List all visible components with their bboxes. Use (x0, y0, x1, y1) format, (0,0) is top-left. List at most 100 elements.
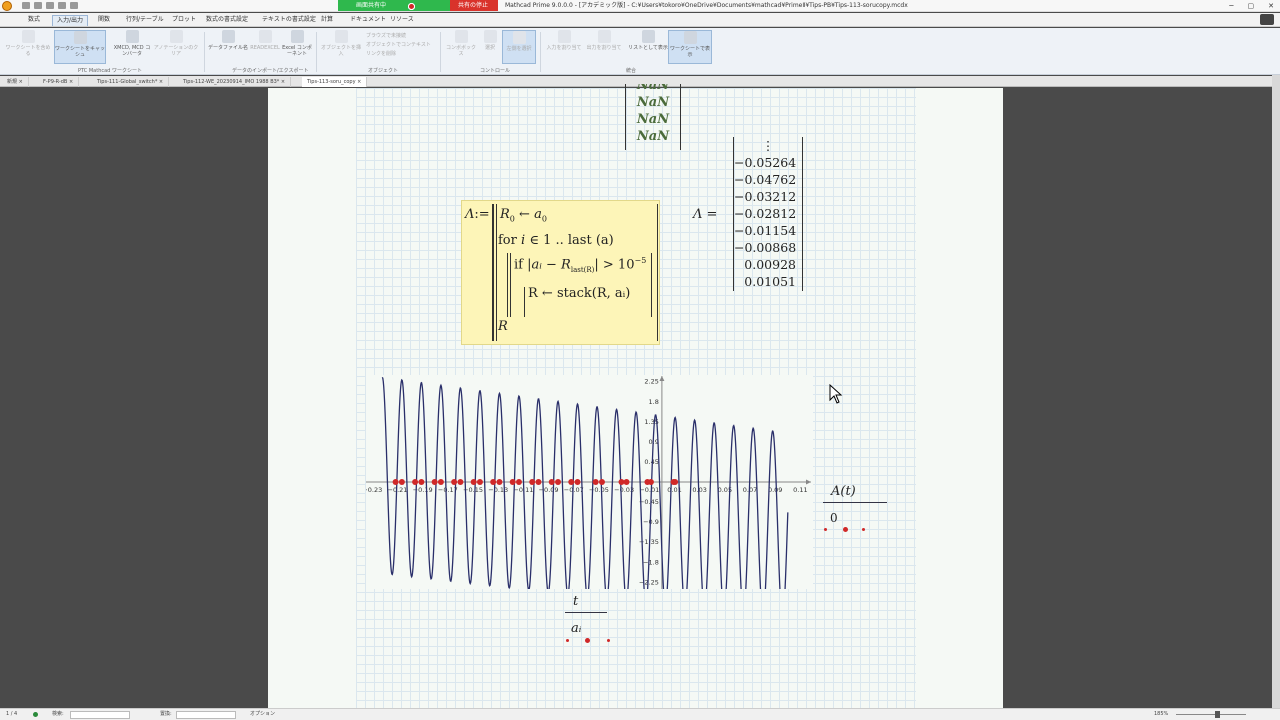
combobox-button[interactable]: コンボボックス (444, 30, 478, 64)
options-dropdown[interactable]: オプション (250, 709, 275, 720)
series-point (392, 479, 399, 485)
program-line-for[interactable]: for i ∈ 1 .. last (a) (498, 233, 614, 248)
show-as-list-button[interactable]: リストとして表示 (628, 30, 668, 64)
y-axis-trace-legend[interactable]: A(t) 0 (823, 484, 887, 533)
assign-output-button[interactable]: 出力を割り当て (584, 30, 624, 64)
select-left-icon (512, 31, 526, 44)
save-icon[interactable] (46, 2, 54, 9)
remove-link-item[interactable]: リンクを削除 (366, 50, 431, 59)
search-input[interactable] (70, 711, 130, 719)
close-icon[interactable]: × (69, 79, 73, 85)
tab-resources[interactable]: リソース (386, 15, 418, 25)
program-line-stack[interactable]: R ← stack(R, aᵢ) (528, 286, 630, 301)
select-button[interactable]: 選択 (478, 30, 502, 64)
y-tick-label: −1.8 (643, 558, 659, 566)
stop-share-button[interactable]: 共有の停止 (450, 0, 498, 11)
series-point (592, 479, 599, 485)
program-region[interactable]: R0 ← a0 for i ∈ 1 .. last (a) if |aᵢ − R… (461, 200, 660, 345)
redo-icon[interactable] (70, 2, 78, 9)
select-left-button[interactable]: 左側を選択 (502, 30, 536, 64)
group-controls-label: コントロール (480, 68, 511, 74)
window-title: Mathcad Prime 9.0.0.0 - [アカデミック版] - C:¥U… (505, 2, 908, 9)
program-line-init[interactable]: R0 ← a0 (500, 207, 547, 224)
vector-value: −0.01154 (734, 223, 797, 238)
series-point (647, 479, 654, 485)
close-icon[interactable]: × (357, 79, 361, 85)
zoom-slider[interactable] (1176, 714, 1246, 715)
lambda-definition-lhs[interactable]: Λ:= (465, 207, 490, 222)
quick-access-toolbar (22, 2, 78, 9)
excel-component-button[interactable]: Excel コンポーネント (282, 30, 312, 64)
plot-canvas: −0.23−0.21−0.19−0.17−0.15−0.13−0.11−0.09… (366, 376, 811, 589)
series-point (476, 479, 483, 485)
data-file-name-button[interactable]: データファイル名 (208, 30, 248, 64)
x-trace-label[interactable]: t (565, 594, 607, 609)
series-point (509, 479, 516, 485)
doc-tab-f-p9[interactable]: F-P9-R-dB × (38, 77, 80, 87)
mathcad-logo-icon[interactable] (2, 1, 12, 11)
replace-input[interactable] (176, 711, 236, 719)
show-in-worksheet-button[interactable]: ワークシートで表示 (668, 30, 712, 64)
select-icon (483, 30, 497, 43)
close-button[interactable]: ✕ (1268, 0, 1274, 12)
nan-value: NaN (636, 129, 670, 144)
tab-calculation[interactable]: 計算 (317, 15, 337, 25)
x-tick-label: 0.09 (768, 486, 782, 494)
tab-matrices-tables[interactable]: 行列/テーブル (122, 15, 168, 25)
tab-plots[interactable]: プロット (168, 15, 200, 25)
vertical-ellipsis: ⋮ (761, 138, 775, 153)
tab-functions[interactable]: 関数 (94, 15, 114, 25)
undo-icon[interactable] (58, 2, 66, 9)
tab-math[interactable]: 数式 (24, 15, 44, 25)
vector-value: −0.04762 (734, 172, 797, 187)
insert-object-button[interactable]: オブジェクトを挿入 (320, 30, 362, 64)
trace-label[interactable]: A(t) (823, 484, 887, 499)
xmcd-converter-button[interactable]: XMCD, MCD コンバータ (112, 30, 152, 64)
clear-annotations-button[interactable]: アノテーションのクリア (152, 30, 200, 64)
y-tick-label: 2.25 (644, 378, 658, 386)
program-line-if[interactable]: if |aᵢ − Rlast(R)| > 10−5 (514, 256, 646, 274)
tab-text-formatting[interactable]: テキストの書式設定 (258, 15, 320, 25)
maximize-button[interactable]: ▢ (1248, 0, 1255, 12)
open-icon[interactable] (34, 2, 42, 9)
x-axis-trace-legend[interactable]: t aᵢ (565, 594, 610, 644)
series-point (457, 479, 464, 485)
trace2-label[interactable]: 0 (823, 511, 887, 525)
browse-unlinked-item[interactable]: ブラウズで未接続 (366, 32, 431, 41)
series-point (529, 479, 536, 485)
doc-tab-tips-111[interactable]: Tips-111-Global_switch* × (92, 77, 170, 87)
program-line-return[interactable]: R (498, 319, 508, 334)
zoom-slider-thumb[interactable] (1215, 711, 1220, 718)
tab-math-formatting[interactable]: 数式の書式設定 (202, 15, 252, 25)
tab-input-output[interactable]: 入力/出力 (52, 15, 89, 26)
vertical-scrollbar[interactable] (1272, 75, 1280, 708)
title-bar: 画面共有中 共有の停止 Mathcad Prime 9.0.0.0 - [アカデ… (0, 0, 1280, 12)
include-worksheet-button[interactable]: ワークシートを含める (4, 30, 52, 64)
cache-worksheet-button[interactable]: ワークシートをキャッシュ (54, 30, 106, 64)
series-point (598, 479, 605, 485)
x-tick-label: −0.23 (366, 486, 382, 494)
doc-tab-tips-112[interactable]: Tips-112-WE_20230914_IMO 1988 B3* × (178, 77, 292, 87)
minimize-button[interactable]: ─ (1229, 0, 1233, 12)
graduation-cap-icon[interactable] (1260, 14, 1274, 25)
doc-tab-tips-113[interactable]: Tips-113-soru_copy × (302, 77, 368, 87)
lambda-result-vector[interactable]: ⋮ −0.05264 −0.04762 −0.03212 −0.02812 −0… (733, 137, 803, 291)
object-context-item[interactable]: オブジェクトでコンテキスト (366, 41, 431, 50)
new-icon[interactable] (22, 2, 30, 9)
x-trace2-label[interactable]: aᵢ (565, 621, 607, 636)
doc-tab-new[interactable]: 新規 × (2, 77, 29, 87)
search-label: 検索: (52, 711, 64, 717)
zoom-level: 185% (1154, 711, 1169, 717)
combobox-icon (454, 30, 468, 43)
xy-plot[interactable]: −0.23−0.21−0.19−0.17−0.15−0.13−0.11−0.09… (366, 375, 813, 589)
lambda-result-lhs[interactable]: Λ = (693, 207, 717, 222)
screen-share-indicator: 画面共有中 (338, 0, 450, 11)
tab-document[interactable]: ドキュメント (346, 15, 390, 25)
close-icon[interactable]: × (281, 79, 285, 85)
series-point (451, 479, 458, 485)
readexcel-button[interactable]: READEXCEL (248, 30, 282, 64)
assign-input-button[interactable]: 入力を割り当て (544, 30, 584, 64)
share-settings-icon[interactable] (408, 3, 415, 10)
close-icon[interactable]: × (159, 79, 163, 85)
close-icon[interactable]: × (19, 79, 23, 85)
